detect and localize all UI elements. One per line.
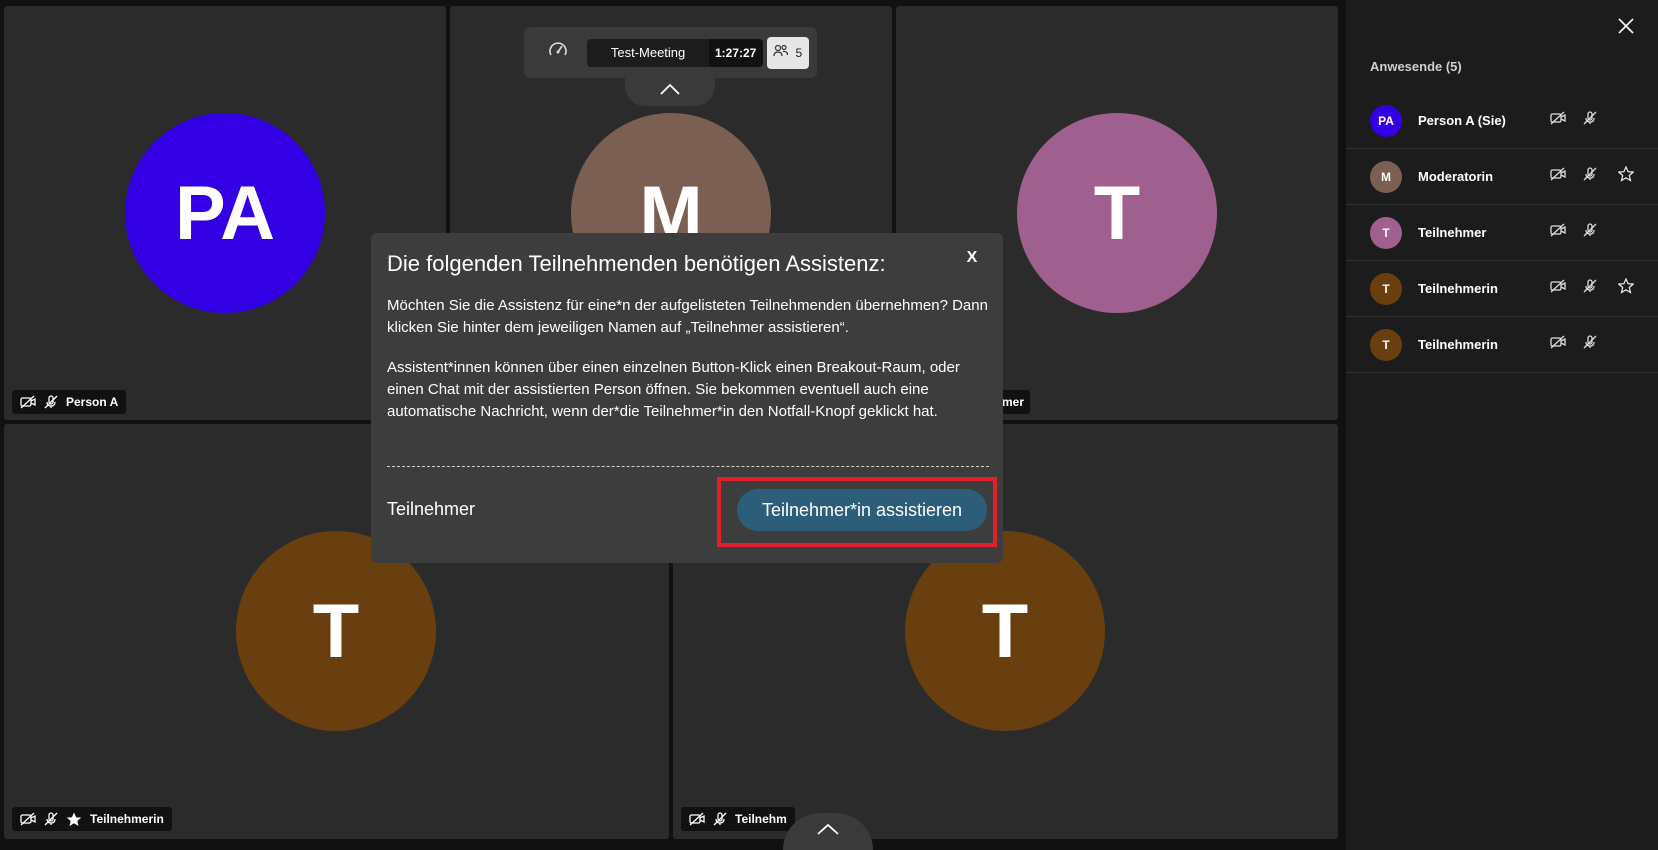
- star-icon: [66, 812, 82, 827]
- assistance-dialog: Die folgenden Teilnehmenden benötigen As…: [371, 233, 1003, 563]
- dialog-close-button[interactable]: X: [961, 247, 983, 269]
- tile-name: mer: [1002, 395, 1025, 409]
- camera-off-icon: [20, 812, 36, 826]
- mic-off-icon: [1583, 167, 1597, 186]
- star-outline-icon: [1617, 165, 1635, 187]
- tile-name: Teilnehmerin: [90, 812, 164, 826]
- meeting-title: Test-Meeting: [610, 45, 686, 60]
- participant-row[interactable]: PA Person A (Sie): [1346, 93, 1658, 149]
- participant-avatar: M: [1370, 160, 1402, 193]
- participant-row[interactable]: M Moderatorin: [1346, 149, 1658, 205]
- participant-count: 5: [795, 45, 803, 60]
- participant-row[interactable]: T Teilnehmerin: [1346, 317, 1658, 373]
- mic-off-icon: [44, 812, 58, 826]
- participant-name: Person A (Sie): [1418, 113, 1506, 128]
- participants-button[interactable]: 5: [766, 36, 809, 69]
- mic-off-icon: [1583, 335, 1597, 354]
- dialog-title: Die folgenden Teilnehmenden benötigen As…: [387, 251, 886, 276]
- connection-speed-button[interactable]: [540, 35, 575, 71]
- participant-avatar: T: [1370, 216, 1402, 249]
- mic-off-icon: [713, 812, 727, 826]
- close-icon: [1618, 17, 1634, 39]
- participants-sidebar: Anwesende (5) PA Person A (Sie) M Modera…: [1346, 0, 1658, 850]
- participant-avatar: PA: [1370, 104, 1402, 137]
- chevron-up-icon: [659, 82, 681, 100]
- participant-name: Moderatorin: [1418, 169, 1494, 184]
- participant-name: Teilnehmer: [1418, 225, 1487, 240]
- tile-avatar: T: [1017, 113, 1217, 313]
- toolbar-collapse-tab[interactable]: [625, 76, 715, 106]
- sidebar-close-button[interactable]: [1614, 16, 1638, 40]
- participant-avatar: T: [1370, 328, 1402, 361]
- mic-off-icon: [1583, 111, 1597, 130]
- participant-avatar: T: [1370, 272, 1402, 305]
- tile-nameplate: Teilnehmerin: [12, 807, 172, 831]
- participant-list: PA Person A (Sie) M Moderatorin T Teilne…: [1346, 93, 1658, 373]
- tile-avatar: PA: [125, 113, 325, 313]
- tile-name: Person A: [66, 395, 119, 409]
- participants-icon: [773, 44, 789, 61]
- camera-off-icon: [20, 395, 36, 409]
- meeting-app: PA Person A M T mer T Teilnehmerin T Tei…: [0, 0, 1658, 850]
- sidebar-heading: Anwesende (5): [1370, 59, 1462, 74]
- camera-off-icon: [1550, 111, 1566, 130]
- mic-off-icon: [44, 395, 58, 409]
- participant-name: Teilnehmerin: [1418, 337, 1498, 352]
- camera-off-icon: [1550, 167, 1566, 186]
- dialog-paragraph-1: Möchten Sie die Assistenz für eine*n der…: [387, 297, 988, 336]
- tile-name: Teilnehm: [735, 812, 787, 826]
- mic-off-icon: [1583, 223, 1597, 242]
- assist-participant-name: Teilnehmer: [387, 499, 476, 519]
- mic-off-icon: [1583, 279, 1597, 298]
- tile-nameplate: Person A: [12, 390, 127, 414]
- tile-nameplate: Teilnehm: [681, 807, 795, 831]
- meeting-timer: 1:27:27: [708, 38, 763, 67]
- chevron-up-icon: [816, 822, 840, 841]
- participant-row[interactable]: T Teilnehmer: [1346, 205, 1658, 261]
- meeting-toolbar: Test-Meeting 1:27:27 5: [524, 27, 817, 78]
- speedometer-icon: [547, 39, 569, 66]
- assist-participant-button[interactable]: Teilnehmer*in assistieren: [737, 489, 987, 531]
- dialog-paragraph-2: Assistent*innen können über einen einzel…: [387, 359, 960, 420]
- dialog-divider: [387, 466, 989, 467]
- star-outline-icon: [1617, 277, 1635, 299]
- camera-off-icon: [1550, 279, 1566, 298]
- camera-off-icon: [1550, 335, 1566, 354]
- participant-name: Teilnehmerin: [1418, 281, 1498, 296]
- camera-off-icon: [1550, 223, 1566, 242]
- participant-row[interactable]: T Teilnehmerin: [1346, 261, 1658, 317]
- meeting-title-pill: Test-Meeting 1:27:27: [587, 38, 763, 67]
- camera-off-icon: [689, 812, 705, 826]
